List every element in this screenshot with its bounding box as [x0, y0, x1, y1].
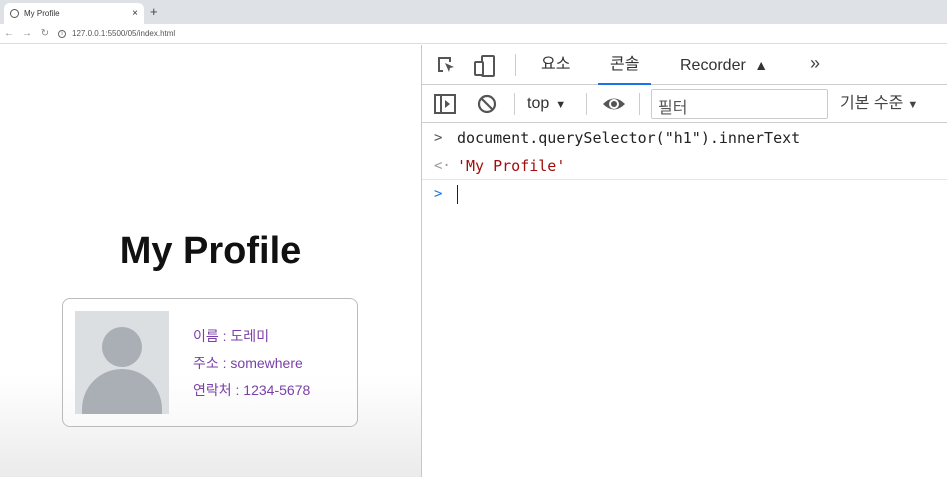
inspect-element-icon[interactable] — [436, 55, 456, 75]
context-selector[interactable]: top ▼ — [527, 85, 566, 123]
toolbar-divider — [586, 93, 587, 115]
sidebar-toggle-icon[interactable] — [434, 94, 456, 114]
avatar-body — [82, 369, 162, 414]
globe-icon — [10, 9, 19, 18]
filter-input[interactable]: 필터 — [651, 89, 828, 119]
more-tabs-icon[interactable]: » — [810, 53, 820, 74]
input-chevron-icon: > — [434, 130, 443, 146]
url-text: 127.0.0.1:5500/05/index.html — [72, 29, 176, 38]
log-levels-label: 기본 수준 — [840, 95, 904, 112]
clear-console-icon[interactable] — [477, 94, 497, 114]
reload-icon[interactable]: ↻ — [36, 28, 54, 39]
tab-title: My Profile — [24, 9, 60, 18]
console-output: > document.querySelector("h1").innerText… — [422, 124, 947, 208]
page-viewport: My Profile 이름 : 도레미 주소 : somewhere 연락처 :… — [0, 45, 421, 477]
browser-tab[interactable]: My Profile × — [4, 3, 144, 24]
new-tab-button[interactable]: + — [150, 4, 158, 19]
profile-name: 이름 : 도레미 — [193, 328, 270, 344]
flask-icon: ▲ — [754, 57, 769, 73]
text-cursor — [457, 185, 458, 204]
avatar-head — [102, 327, 142, 367]
toolbar-divider — [514, 93, 515, 115]
context-label: top — [527, 95, 550, 112]
dropdown-caret-icon: ▼ — [907, 99, 919, 111]
device-toolbar-icon[interactable] — [474, 55, 495, 77]
console-input-text: document.querySelector("h1").innerText — [457, 129, 801, 147]
tab-elements[interactable]: 요소 — [541, 45, 570, 85]
forward-icon[interactable]: → — [18, 28, 36, 39]
profile-info: 이름 : 도레미 주소 : somewhere 연락처 : 1234-5678 — [193, 323, 310, 404]
info-icon[interactable]: i — [58, 29, 66, 38]
close-tab-icon[interactable]: × — [132, 8, 138, 19]
tab-recorder[interactable]: Recorder ▲ — [680, 45, 768, 85]
output-chevron-icon: <· — [434, 158, 451, 174]
tabbar-divider — [515, 54, 516, 76]
console-input-line: > document.querySelector("h1").innerText — [422, 124, 947, 152]
profile-contact: 연락처 : 1234-5678 — [193, 382, 311, 398]
console-toolbar: top ▼ 필터 기본 수준 ▼ — [422, 85, 947, 123]
devtools-panel: 요소 콘솔 Recorder ▲ » top ▼ 필터 기본 수준 ▼ > do… — [421, 45, 947, 477]
tab-console[interactable]: 콘솔 — [598, 45, 652, 85]
tab-recorder-label: Recorder — [680, 57, 746, 74]
address-bar[interactable]: i 127.0.0.1:5500/05/index.html — [58, 29, 175, 38]
console-prompt[interactable]: > — [422, 180, 947, 208]
prompt-chevron-icon: > — [434, 186, 443, 202]
log-levels-dropdown[interactable]: 기본 수준 ▼ — [840, 85, 918, 123]
profile-address: 주소 : somewhere — [193, 355, 303, 371]
toolbar-divider — [639, 93, 640, 115]
browser-tabstrip: My Profile × + — [0, 0, 947, 24]
page-title: My Profile — [119, 230, 302, 272]
dropdown-caret-icon: ▼ — [555, 99, 567, 111]
profile-card: 이름 : 도레미 주소 : somewhere 연락처 : 1234-5678 — [62, 298, 358, 427]
console-output-line: <· 'My Profile' — [422, 152, 947, 180]
console-output-text: 'My Profile' — [457, 157, 566, 175]
back-icon[interactable]: ← — [0, 28, 18, 39]
devtools-tabbar: 요소 콘솔 Recorder ▲ » — [422, 45, 947, 85]
avatar — [75, 311, 169, 414]
eye-icon[interactable] — [602, 94, 625, 114]
browser-toolbar: ← → ↻ i 127.0.0.1:5500/05/index.html — [0, 24, 947, 44]
